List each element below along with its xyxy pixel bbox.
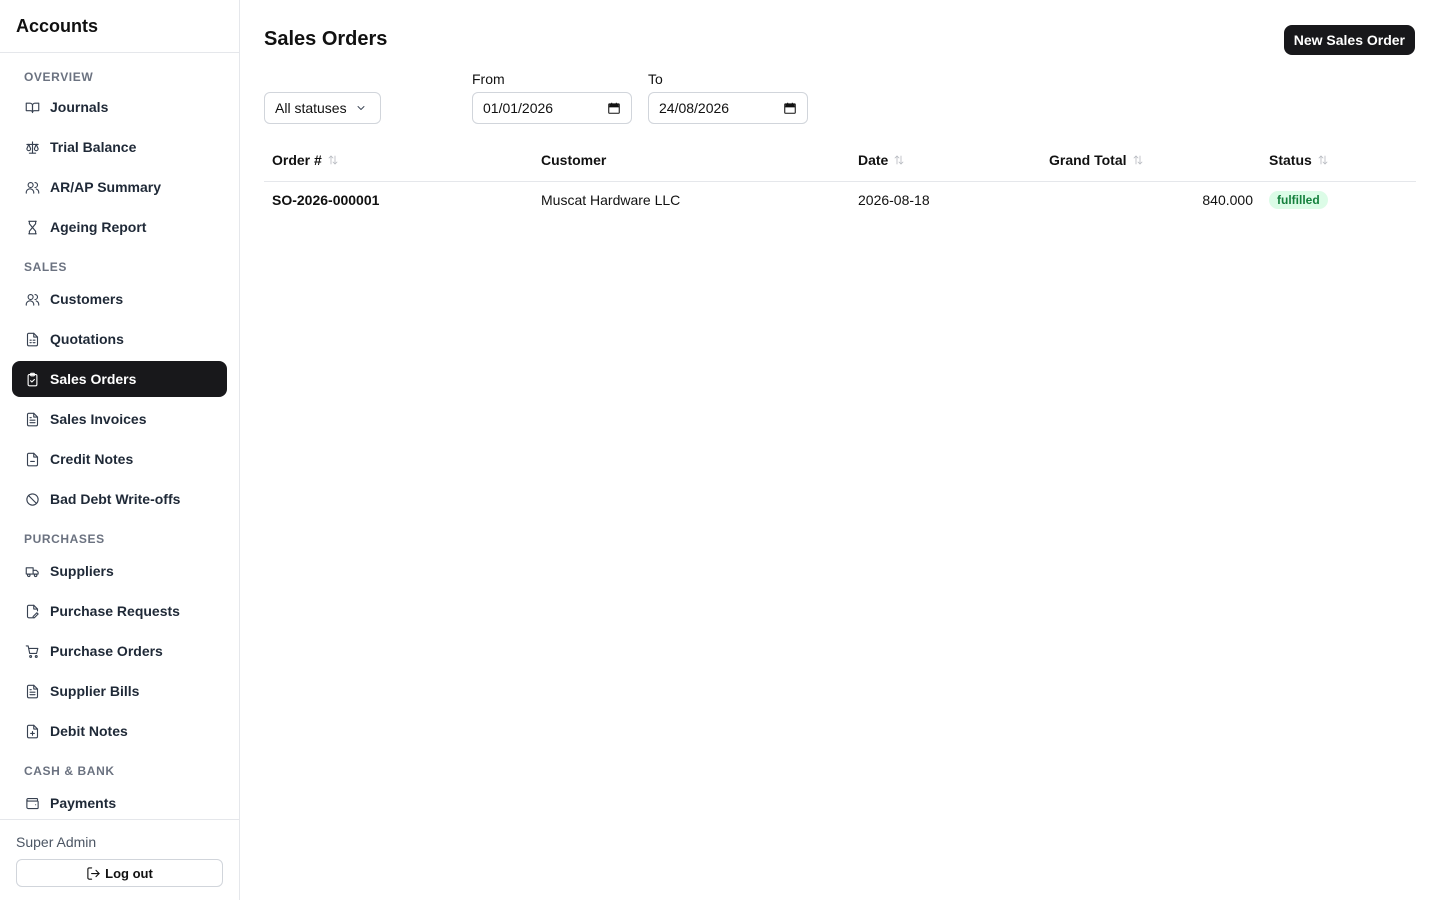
sidebar-item-credit-notes[interactable]: Credit Notes [12,441,227,477]
sort-icon[interactable] [327,153,339,169]
column-header-status[interactable]: Status [1261,140,1416,182]
sidebar-item-label: Sales Orders [50,371,137,387]
table-header-row: Order # Customer Date Grand Total Status [264,140,1416,182]
sidebar-item-label: Purchase Requests [50,603,180,619]
book-open-icon [24,99,40,115]
log-out-icon [87,866,100,880]
column-header-order[interactable]: Order # [264,140,533,182]
users-icon [24,179,40,195]
sidebar-item-suppliers[interactable]: Suppliers [12,553,227,589]
sidebar-item-label: Bad Debt Write-offs [50,491,181,507]
clipboard-check-icon [24,371,40,387]
sidebar-item-payments[interactable]: Payments [12,785,227,819]
sidebar-item-ageing-report[interactable]: Ageing Report [12,209,227,245]
sidebar-item-bad-debt-writeoffs[interactable]: Bad Debt Write-offs [12,481,227,517]
file-text-icon [24,411,40,427]
sidebar-item-label: Customers [50,291,124,307]
sidebar-item-customers[interactable]: Customers [12,281,227,317]
scale-icon [24,139,40,155]
sales-orders-table: Order # Customer Date Grand Total Status… [264,140,1416,218]
main-content: Sales Orders New Sales Order All statuse… [240,0,1440,900]
hourglass-icon [24,219,40,235]
sidebar-item-supplier-bills[interactable]: Supplier Bills [12,673,227,709]
sidebar-item-label: Trial Balance [50,139,137,155]
column-header-date[interactable]: Date [850,140,1041,182]
sidebar-item-label: AR/AP Summary [50,179,162,195]
sidebar-item-trial-balance[interactable]: Trial Balance [12,129,227,165]
column-header-label: Order # [272,151,322,168]
sidebar-item-label: Payments [50,795,117,811]
page-title: Sales Orders [264,28,388,50]
to-label: To [648,71,663,87]
new-sales-order-button[interactable]: New Sales Order [1283,25,1415,55]
user-name: Super Admin [16,834,97,850]
sidebar-item-label: Ageing Report [50,219,147,235]
to-date-value: 24/08/2026 [659,100,730,116]
from-date-input[interactable]: 01/01/2026 [472,92,632,124]
file-pen-icon [24,603,40,619]
wallet-icon [24,795,40,811]
grand-total-cell: 840.000 [1202,191,1253,208]
sidebar-nav: OVERVIEW Journals Trial Balance AR/AP Su… [0,53,239,819]
section-sales: SALES [24,260,68,274]
sidebar-item-label: Credit Notes [50,451,134,467]
section-overview: OVERVIEW [24,70,94,84]
section-cash-bank: CASH & BANK [24,764,115,778]
sidebar-item-arap-summary[interactable]: AR/AP Summary [12,169,227,205]
sidebar-item-purchase-requests[interactable]: Purchase Requests [12,593,227,629]
shopping-cart-icon [24,643,40,659]
table-row[interactable]: SO-2026-000001 Muscat Hardware LLC 2026-… [264,181,1416,218]
status-filter-value: All statuses [275,100,347,116]
sidebar-item-sales-orders[interactable]: Sales Orders [12,361,227,397]
from-label: From [472,71,505,87]
column-header-label: Customer [541,152,607,169]
app-title: Accounts [0,0,239,53]
file-icon [24,331,40,347]
file-text-icon [24,683,40,699]
sidebar-item-sales-invoices[interactable]: Sales Invoices [12,401,227,437]
users-icon [24,291,40,307]
column-header-customer: Customer [533,140,850,182]
order-number-cell[interactable]: SO-2026-000001 [264,181,533,218]
column-header-label: Grand Total [1049,151,1127,168]
ban-icon [24,491,40,507]
status-cell: fulfilled [1261,181,1416,218]
from-date-value: 01/01/2026 [483,100,554,116]
sidebar-item-label: Purchase Orders [50,643,163,659]
user-area: Super Admin Log out [0,819,239,900]
status-badge: fulfilled [1269,190,1328,209]
logout-label: Log out [105,865,153,881]
status-filter-select[interactable]: All statuses [264,92,381,124]
sidebar: Accounts OVERVIEW Journals Trial Balance… [0,0,240,900]
sidebar-item-label: Suppliers [50,563,114,579]
customer-cell: Muscat Hardware LLC [541,191,681,208]
sidebar-item-label: Sales Invoices [50,411,147,427]
file-plus-icon [24,723,40,739]
sort-icon[interactable] [1132,153,1144,169]
sidebar-item-label: Debit Notes [50,723,128,739]
section-purchases: PURCHASES [24,532,105,546]
sort-icon[interactable] [1317,153,1329,169]
date-cell: 2026-08-18 [858,191,930,208]
chevron-down-icon [357,106,365,110]
calendar-icon[interactable] [783,101,797,115]
sidebar-item-quotations[interactable]: Quotations [12,321,227,357]
to-date-input[interactable]: 24/08/2026 [648,92,808,124]
sidebar-item-purchase-orders[interactable]: Purchase Orders [12,633,227,669]
column-header-grand-total[interactable]: Grand Total [1041,140,1261,182]
column-header-label: Date [858,151,889,168]
logout-button[interactable]: Log out [16,859,223,887]
truck-icon [24,563,40,579]
sidebar-item-debit-notes[interactable]: Debit Notes [12,713,227,749]
sort-icon[interactable] [893,153,905,169]
file-minus-icon [24,451,40,467]
sidebar-item-label: Quotations [50,331,124,347]
column-header-label: Status [1269,151,1312,168]
sidebar-item-journals[interactable]: Journals [12,89,227,125]
sidebar-item-label: Supplier Bills [50,683,140,699]
calendar-icon[interactable] [607,101,621,115]
sidebar-item-label: Journals [50,99,109,115]
